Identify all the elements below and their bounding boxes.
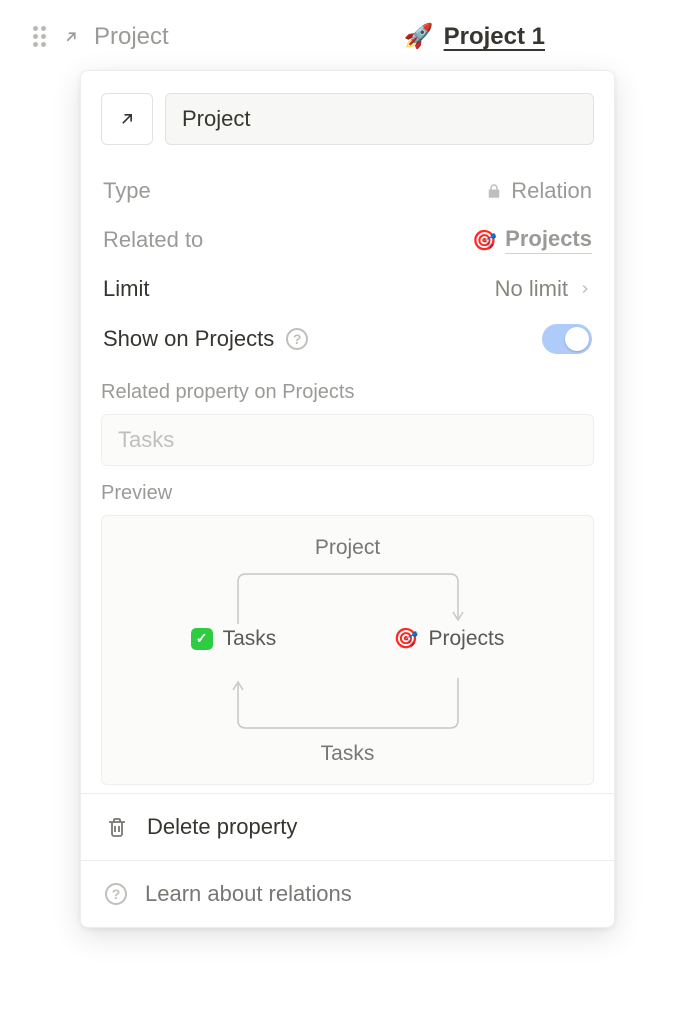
row-limit[interactable]: Limit No limit — [101, 265, 594, 313]
property-name-input[interactable]: Project — [165, 93, 594, 145]
related-property-input[interactable]: Tasks — [101, 414, 594, 466]
learn-relations-button[interactable]: ? Learn about relations — [81, 860, 614, 927]
check-icon: ✓ — [191, 628, 213, 650]
delete-property-button[interactable]: Delete property — [81, 793, 614, 860]
property-header-row: Project 🚀 Project 1 — [0, 0, 695, 61]
relation-arrow-icon — [117, 109, 137, 129]
target-icon: 🎯 — [394, 626, 419, 651]
row-related-to[interactable]: Related to 🎯 Projects — [101, 215, 594, 265]
learn-label: Learn about relations — [145, 881, 352, 907]
chevron-right-icon — [578, 282, 592, 296]
type-value: Relation — [511, 178, 592, 204]
limit-value: No limit — [495, 276, 568, 302]
property-name-label: Project — [94, 23, 169, 51]
related-to-label: Related to — [103, 227, 203, 253]
property-value-link[interactable]: Project 1 — [444, 23, 545, 51]
rocket-icon: 🚀 — [404, 22, 434, 51]
help-icon: ? — [105, 883, 127, 905]
limit-label: Limit — [103, 276, 149, 302]
related-property-section-label: Related property on Projects — [101, 381, 594, 404]
delete-label: Delete property — [147, 814, 297, 840]
show-on-label: Show on Projects — [103, 326, 274, 352]
drag-handle-icon[interactable] — [30, 28, 48, 46]
property-name-text: Project — [182, 106, 250, 132]
related-property-value: Tasks — [118, 427, 174, 453]
property-icon-button[interactable] — [101, 93, 153, 145]
preview-section-label: Preview — [101, 482, 594, 505]
preview-left-item: ✓ Tasks — [191, 627, 277, 651]
property-value[interactable]: 🚀 Project 1 — [404, 22, 665, 51]
preview-top-label: Project — [102, 536, 593, 560]
preview-right-item: 🎯 Projects — [394, 626, 505, 651]
lock-icon — [485, 182, 503, 200]
help-icon[interactable]: ? — [286, 328, 308, 350]
preview-diagram: Project ✓ Tasks 🎯 Projects Tasks — [101, 515, 594, 785]
relation-arrow-icon — [62, 28, 80, 46]
row-show-on: Show on Projects ? — [101, 313, 594, 365]
related-to-value: Projects — [505, 226, 592, 254]
target-icon: 🎯 — [472, 228, 497, 253]
trash-icon — [105, 815, 129, 839]
type-label: Type — [103, 178, 151, 204]
show-on-toggle[interactable] — [542, 324, 592, 354]
arc-bottom-icon — [218, 678, 478, 734]
preview-bottom-label: Tasks — [102, 742, 593, 766]
arc-top-icon — [218, 568, 478, 624]
row-type: Type Relation — [101, 167, 594, 215]
property-config-popup: Project Type Relation Related to 🎯 Proje… — [80, 70, 615, 928]
